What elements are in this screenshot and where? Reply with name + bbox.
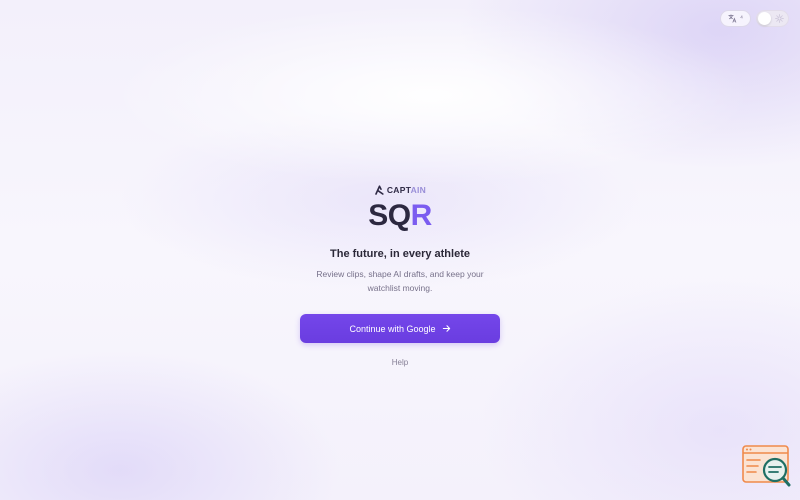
company-name-suffix: AIN [410,185,427,195]
theme-toggle[interactable] [756,10,789,27]
language-switcher-button[interactable]: ⁴ [720,10,751,27]
company-name: CAPTAIN [387,185,426,195]
tagline: The future, in every athlete [330,248,470,260]
company-brand: CAPTAIN [374,183,426,197]
product-logo: SQR [368,199,432,233]
product-logo-main: SQ [368,199,411,232]
google-button-label: Continue with Google [349,323,436,334]
continue-with-google-button[interactable]: Continue with Google [300,314,500,343]
login-panel: CAPTAIN SQR The future, in every athlete… [0,183,800,367]
arrow-right-icon [442,325,450,332]
sun-icon [775,14,784,23]
company-name-prefix: CAPT [386,185,411,195]
feedback-search-icon[interactable] [742,445,792,488]
subtitle: Review clips, shape AI drafts, and keep … [316,269,484,293]
help-link[interactable]: Help [392,358,408,367]
language-code: ⁴ [739,15,743,22]
toggle-knob [758,12,771,25]
translate-icon [728,14,737,23]
product-logo-accent: R [410,199,433,232]
captain-logo-icon [375,185,384,195]
